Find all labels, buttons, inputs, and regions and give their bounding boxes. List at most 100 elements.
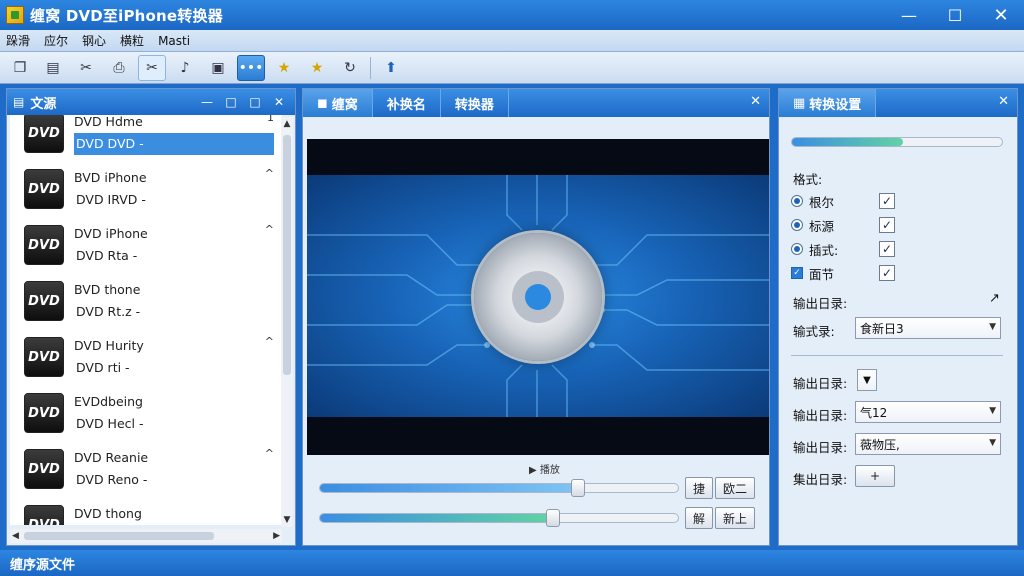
- expand-toggle[interactable]: 1: [267, 115, 274, 124]
- option-label: 标源: [809, 218, 835, 234]
- option-checkbox[interactable]: ✓: [879, 217, 895, 233]
- preview-action-a-icon[interactable]: 捷: [685, 477, 713, 499]
- item-subtitle: DVD Rt.z -: [76, 304, 141, 319]
- preview-action-a-button[interactable]: 欧二: [715, 477, 755, 499]
- video-preview[interactable]: [307, 139, 769, 455]
- star-icon[interactable]: ★: [270, 55, 298, 81]
- upload-icon[interactable]: ⬆: [377, 55, 405, 81]
- tab-preview[interactable]: ◼ 缠窝: [303, 89, 373, 117]
- radio-icon[interactable]: [791, 219, 803, 231]
- tab-converter[interactable]: 转换器: [441, 89, 509, 117]
- scroll-left-icon[interactable]: ◀: [12, 529, 19, 543]
- add-button[interactable]: +: [855, 465, 895, 487]
- list-item[interactable]: DVD EVDdbeing DVD Hecl -: [10, 385, 282, 441]
- list-item[interactable]: DVD DVD thong: [10, 497, 282, 525]
- preview-tabs: ◼ 缠窝 补换名 转换器 ✕: [303, 89, 769, 117]
- dvd-thumbnail-icon: DVD: [24, 505, 64, 525]
- scroll-up-icon[interactable]: ▲: [281, 119, 293, 129]
- settings-close-button[interactable]: ✕: [998, 94, 1009, 109]
- chevron-down-icon: ▼: [863, 374, 871, 386]
- list-item[interactable]: DVD DVD Hurity DVD rti - ^: [10, 329, 282, 385]
- maximize-button[interactable]: ☐: [932, 0, 978, 30]
- scroll-thumb[interactable]: [283, 135, 291, 375]
- expand-toggle[interactable]: ^: [265, 167, 274, 180]
- item-title: DVD Hdme: [74, 115, 143, 129]
- option-row[interactable]: 根尔: [791, 191, 834, 211]
- option-row[interactable]: 标源: [791, 215, 834, 235]
- scroll-down-icon[interactable]: ▼: [281, 515, 293, 525]
- menu-item-1[interactable]: 跺滑: [6, 32, 30, 49]
- preview-action-b-icon[interactable]: 解: [685, 507, 713, 529]
- row-caret-button[interactable]: ▼: [857, 369, 877, 391]
- preview-action-b-button[interactable]: 新上: [715, 507, 755, 529]
- panel-restore-button[interactable]: □: [219, 95, 243, 109]
- output-dir-icon[interactable]: ↗: [989, 291, 1000, 306]
- list-item[interactable]: DVD BVD iPhone DVD IRVD - ^: [10, 161, 282, 217]
- option-checkbox[interactable]: ✓: [879, 265, 895, 281]
- radio-icon[interactable]: [791, 243, 803, 255]
- copy-icon[interactable]: ❐: [6, 55, 34, 81]
- expand-toggle[interactable]: ^: [265, 335, 274, 348]
- item-title: BVD thone: [74, 282, 141, 297]
- dvd-thumbnail-icon: DVD: [24, 169, 64, 209]
- option-checkbox[interactable]: ✓: [879, 193, 895, 209]
- link-icon[interactable]: ✂: [72, 55, 100, 81]
- seek-slider[interactable]: [319, 479, 679, 497]
- menu-item-5[interactable]: Masti: [158, 34, 190, 48]
- panel-close-button[interactable]: ✕: [267, 95, 291, 109]
- film-icon: ◼: [317, 95, 328, 111]
- panel-minimize-button[interactable]: —: [195, 95, 219, 109]
- refresh-icon[interactable]: ↻: [336, 55, 364, 81]
- expand-toggle[interactable]: ^: [265, 447, 274, 460]
- expand-toggle[interactable]: ^: [265, 223, 274, 236]
- bell-icon[interactable]: ♪: [171, 55, 199, 81]
- seek-knob[interactable]: [570, 479, 585, 497]
- dvd-thumbnail-icon: DVD: [24, 225, 64, 265]
- print-icon[interactable]: ⎙: [105, 55, 133, 81]
- tab-rename[interactable]: 补换名: [373, 89, 441, 117]
- volume-slider[interactable]: [319, 509, 679, 527]
- output-format-label: 输式录:: [793, 324, 835, 339]
- row-dropdown[interactable]: 气12 ▼: [855, 401, 1001, 423]
- menu-item-4[interactable]: 横粒: [120, 32, 144, 49]
- app-logo-icon: [6, 6, 24, 24]
- vertical-scrollbar[interactable]: ▲ ▼: [281, 117, 293, 527]
- list-item[interactable]: DVD BVD thone DVD Rt.z -: [10, 273, 282, 329]
- folder-icon[interactable]: ▤: [39, 55, 67, 81]
- panel-maximize-button[interactable]: □: [243, 95, 267, 109]
- item-subtitle: DVD Hecl -: [76, 416, 144, 431]
- option-row[interactable]: ✓ 面节: [791, 263, 834, 283]
- star-plus-icon[interactable]: ★: [303, 55, 331, 81]
- list-item[interactable]: DVD DVD Reanie DVD Reno - ^: [10, 441, 282, 497]
- item-subtitle: DVD rti -: [76, 360, 130, 375]
- hscroll-thumb[interactable]: [24, 532, 214, 540]
- output-format-dropdown[interactable]: 食新日3 ▼: [855, 317, 1001, 339]
- cut-icon[interactable]: ✂: [138, 54, 166, 81]
- radio-icon[interactable]: [791, 195, 803, 207]
- conversion-progress: [791, 137, 1003, 147]
- row-label: 集出日录:: [793, 472, 848, 487]
- item-title: BVD iPhone: [74, 170, 147, 185]
- menu-item-2[interactable]: 应尔: [44, 32, 68, 49]
- window-title: 缠窝 DVD至iPhone转换器: [30, 6, 223, 25]
- horizontal-scrollbar[interactable]: ◀ ▶: [10, 529, 282, 543]
- play-label[interactable]: ▶ 播放: [529, 461, 560, 476]
- option-label: 面节: [809, 266, 835, 282]
- toolbar: ❐ ▤ ✂ ⎙ ✂ ♪ ▣ ••• ★ ★ ↻ ⬆: [0, 52, 1024, 84]
- scroll-right-icon[interactable]: ▶: [273, 529, 280, 543]
- list-item[interactable]: DVD DVD Hdme DVD DVD - 1: [10, 115, 282, 161]
- list-item[interactable]: DVD DVD iPhone DVD Rta - ^: [10, 217, 282, 273]
- option-checkbox[interactable]: ✓: [879, 241, 895, 257]
- volume-knob[interactable]: [545, 509, 560, 527]
- image-icon[interactable]: ▣: [204, 55, 232, 81]
- menu-item-3[interactable]: 钢心: [82, 32, 106, 49]
- tab-settings[interactable]: ▦ 转换设置: [779, 89, 877, 117]
- option-row[interactable]: 插式:: [791, 239, 838, 259]
- check-square-icon[interactable]: ✓: [791, 267, 803, 279]
- chevron-down-icon: ▼: [989, 438, 996, 448]
- row-dropdown[interactable]: 薇物压, ▼: [855, 433, 1001, 455]
- minimize-button[interactable]: —: [886, 0, 932, 30]
- preview-close-button[interactable]: ✕: [750, 94, 761, 109]
- more-icon[interactable]: •••: [237, 54, 265, 81]
- close-button[interactable]: ✕: [978, 0, 1024, 30]
